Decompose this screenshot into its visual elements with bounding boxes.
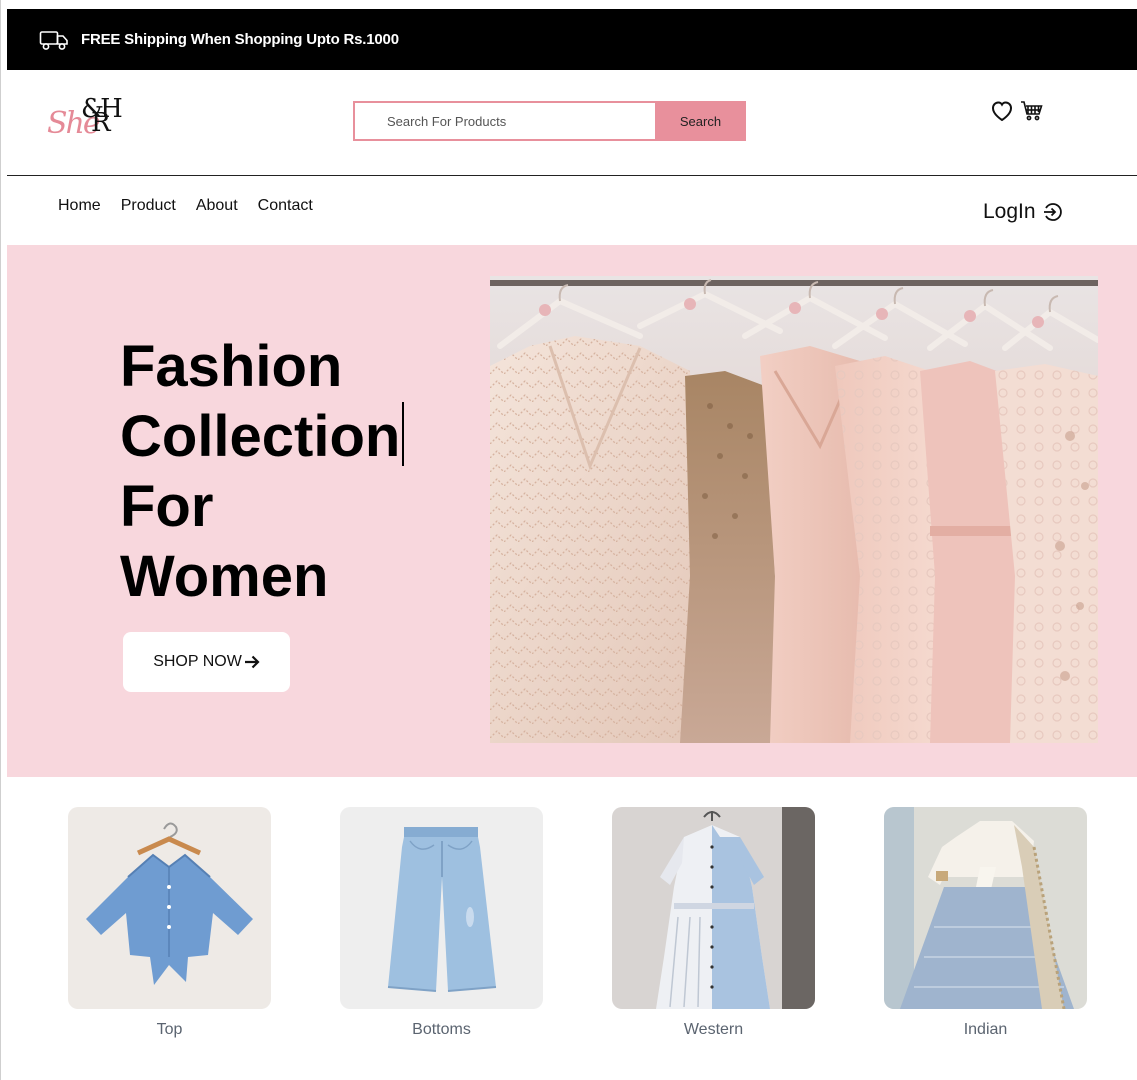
hero-title-line: Fashion (120, 334, 343, 399)
nav-item-home[interactable]: Home (58, 197, 101, 215)
window-edge (0, 0, 1, 1080)
truck-icon (39, 30, 68, 50)
hero-banner: Fashion Collection For Women SHOP NOW (7, 245, 1137, 777)
category-card-bottoms[interactable]: Bottoms (340, 807, 543, 1039)
category-card-top[interactable]: Top (68, 807, 271, 1039)
main-nav: Home Product About Contact LogIn (7, 176, 1137, 245)
hero-title-line: For (120, 474, 214, 539)
nav-item-product[interactable]: Product (121, 197, 176, 215)
shop-now-label: SHOP NOW (153, 653, 242, 670)
nav-item-contact[interactable]: Contact (258, 197, 313, 215)
hero-title-line: Collection (120, 402, 405, 472)
page: FREE Shipping When Shopping Upto Rs.1000… (7, 9, 1137, 1080)
category-image-western[interactable] (612, 807, 815, 1009)
header-icons (990, 100, 1044, 122)
category-grid: Top Bottoms Western Indian (7, 777, 1137, 1080)
category-image-top[interactable] (68, 807, 271, 1009)
text-caret (402, 402, 405, 466)
hero-title: Fashion Collection For Women (120, 332, 405, 612)
arrow-right-icon (244, 655, 260, 669)
announcement-bar: FREE Shipping When Shopping Upto Rs.1000 (7, 9, 1137, 70)
category-label: Western (683, 1021, 744, 1038)
login-label: LogIn (983, 200, 1036, 223)
category-label: Top (156, 1021, 183, 1038)
heart-icon[interactable] (990, 100, 1014, 122)
login-link[interactable]: LogIn (983, 200, 1064, 224)
hero-title-word: Collection (120, 404, 401, 469)
shop-now-button[interactable]: SHOP NOW (123, 632, 290, 692)
search-bar: Search (353, 101, 746, 141)
dresses-on-rack-image (490, 276, 1098, 743)
login-icon (1043, 203, 1062, 221)
promo-text: FREE Shipping When Shopping Upto Rs.1000 (81, 31, 399, 48)
hero-title-line: Women (120, 544, 329, 609)
header: She &H R Search (7, 70, 1137, 176)
category-image-indian[interactable] (884, 807, 1087, 1009)
nav-item-about[interactable]: About (196, 197, 238, 215)
category-label: Indian (963, 1021, 1008, 1038)
logo[interactable]: She &H R (47, 96, 147, 146)
category-card-western[interactable]: Western (612, 807, 815, 1039)
search-input[interactable] (353, 101, 655, 141)
category-label: Bottoms (412, 1021, 471, 1038)
category-card-indian[interactable]: Indian (884, 807, 1087, 1039)
category-image-bottoms[interactable] (340, 807, 543, 1009)
search-button[interactable]: Search (655, 101, 746, 141)
cart-icon[interactable] (1020, 100, 1044, 122)
logo-monogram-r: R (91, 108, 111, 138)
